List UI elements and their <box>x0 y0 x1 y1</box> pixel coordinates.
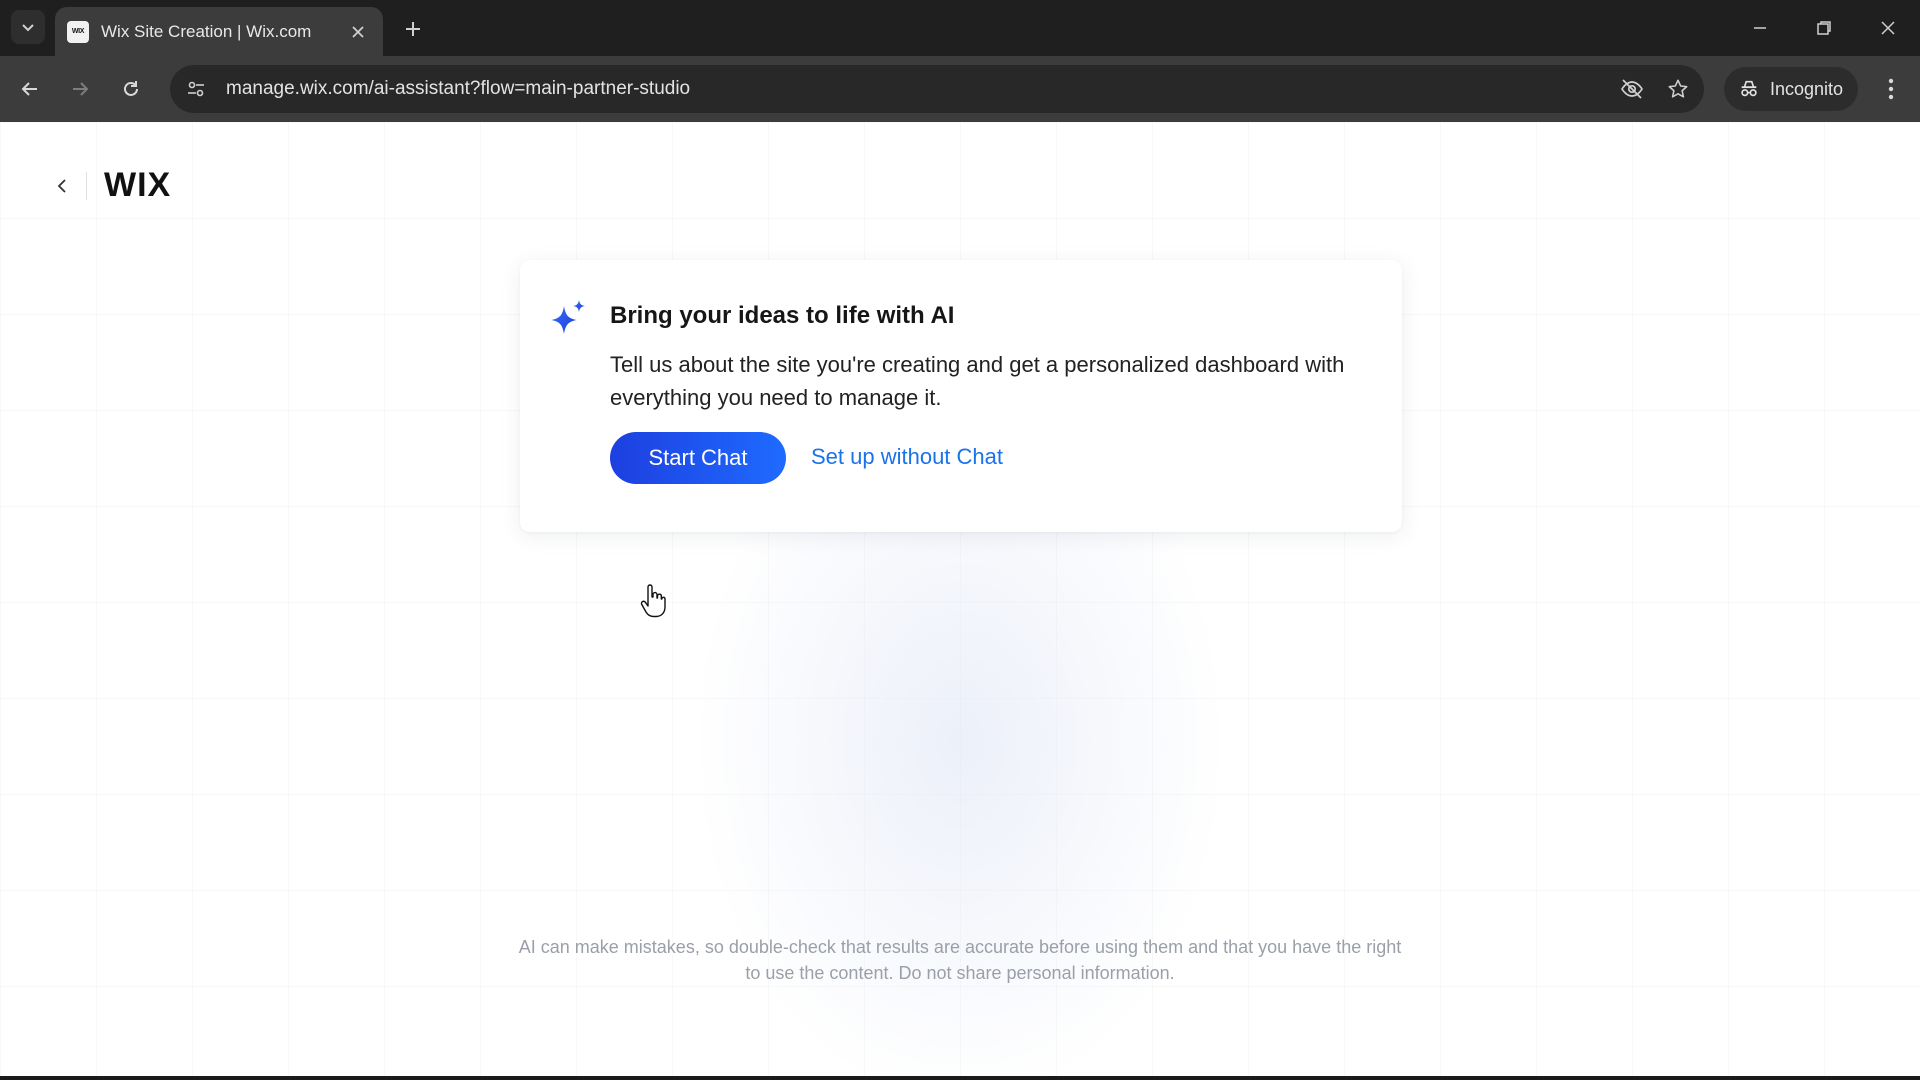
browser-menu-button[interactable] <box>1872 70 1910 108</box>
ai-sparkle-icon <box>551 300 585 334</box>
page-content: WIX Bring your ideas to life with AI Tel… <box>0 122 1920 1080</box>
chevron-down-icon <box>22 24 34 32</box>
page-back-button[interactable] <box>50 172 74 200</box>
tune-icon <box>188 81 204 97</box>
browser-toolbar: manage.wix.com/ai-assistant?flow=main-pa… <box>0 56 1920 122</box>
tracking-protection-button[interactable] <box>1612 69 1652 109</box>
card-description: Tell us about the site you're creating a… <box>610 352 1345 410</box>
plus-icon <box>406 22 420 36</box>
tab-close-button[interactable] <box>345 19 371 45</box>
minimize-icon <box>1754 27 1766 29</box>
back-button[interactable] <box>11 70 49 108</box>
card-title: Bring your ideas to life with AI <box>610 302 955 329</box>
wix-logo: WIX <box>104 166 172 204</box>
address-bar[interactable]: manage.wix.com/ai-assistant?flow=main-pa… <box>170 65 1704 113</box>
kebab-menu-icon <box>1888 78 1894 100</box>
browser-tab-bar: WIX Wix Site Creation | Wix.com <box>0 0 1920 56</box>
close-icon <box>1881 21 1895 35</box>
star-icon <box>1668 79 1688 98</box>
reload-button[interactable] <box>112 70 150 108</box>
new-tab-button[interactable] <box>396 12 430 46</box>
start-chat-button[interactable]: Start Chat <box>610 432 786 484</box>
chevron-left-icon <box>57 179 66 193</box>
wix-favicon-icon: WIX <box>67 20 89 43</box>
close-icon <box>352 25 364 38</box>
forward-button[interactable] <box>61 70 99 108</box>
incognito-icon <box>1741 80 1757 97</box>
minimize-window-button[interactable] <box>1728 0 1792 56</box>
setup-without-chat-link[interactable]: Set up without Chat <box>811 444 1003 470</box>
eye-off-icon <box>1621 79 1643 99</box>
tab-title: Wix Site Creation | Wix.com <box>101 21 312 41</box>
close-window-button[interactable] <box>1856 0 1920 56</box>
restore-window-button[interactable] <box>1792 0 1856 56</box>
header-divider <box>86 172 87 200</box>
bottom-edge <box>0 1076 1920 1080</box>
site-info-button[interactable] <box>176 69 216 109</box>
incognito-indicator[interactable]: Incognito <box>1724 67 1858 111</box>
ai-disclaimer: AI can make mistakes, so double-check th… <box>518 937 1402 983</box>
incognito-label: Incognito <box>1770 78 1844 99</box>
bookmark-button[interactable] <box>1658 69 1698 109</box>
arrow-left-icon <box>21 82 37 96</box>
arrow-right-icon <box>73 82 89 96</box>
ai-assistant-card: Bring your ideas to life with AI Tell us… <box>520 260 1402 532</box>
restore-icon <box>1817 21 1831 35</box>
url-text[interactable]: manage.wix.com/ai-assistant?flow=main-pa… <box>226 78 1612 100</box>
hand-cursor-icon <box>640 584 666 618</box>
tab-search-button[interactable] <box>11 10 45 44</box>
reload-icon <box>124 81 138 96</box>
browser-tab-active[interactable]: WIX Wix Site Creation | Wix.com <box>55 7 383 56</box>
